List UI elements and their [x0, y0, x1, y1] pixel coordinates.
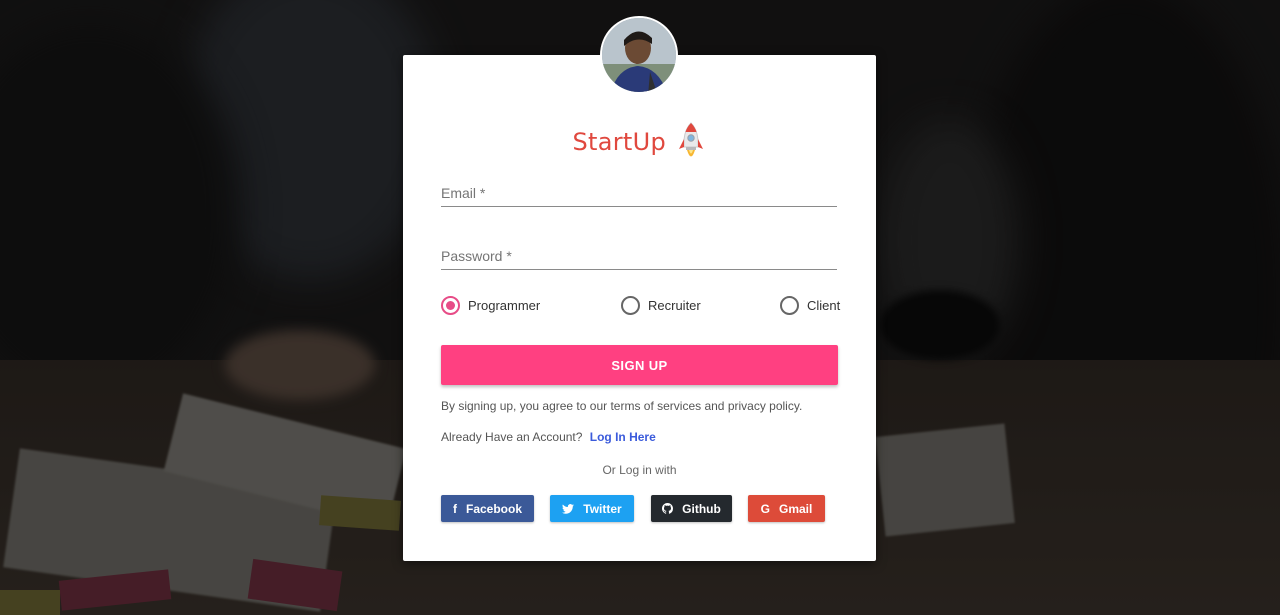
radio-client[interactable]: Client	[780, 296, 840, 315]
signup-button[interactable]: SIGN UP	[441, 345, 838, 385]
password-input[interactable]	[441, 248, 837, 269]
radio-recruiter-label: Recruiter	[648, 298, 701, 313]
twitter-icon	[562, 503, 575, 514]
role-radio-group: Programmer Recruiter Client	[441, 296, 841, 316]
gmail-label: Gmail	[778, 501, 813, 516]
github-label: Github	[682, 501, 721, 516]
avatar	[600, 16, 678, 94]
twitter-button[interactable]: Twitter	[550, 495, 634, 522]
facebook-button[interactable]: f Facebook	[441, 495, 534, 522]
terms-text: By signing up, you agree to our terms of…	[441, 399, 803, 413]
radio-programmer-label: Programmer	[468, 298, 541, 313]
github-icon	[662, 503, 674, 514]
gmail-button[interactable]: G Gmail	[748, 495, 825, 522]
or-login-text: Or Log in with	[602, 463, 677, 477]
radio-recruiter-circle[interactable]	[621, 296, 640, 315]
signup-card: StartUp Email * Password * Programmer Re…	[403, 55, 876, 561]
radio-client-label: Client	[807, 298, 841, 313]
radio-programmer-circle[interactable]	[441, 296, 460, 315]
rocket-icon	[679, 122, 704, 157]
google-icon: G	[760, 501, 770, 516]
email-input[interactable]	[441, 185, 837, 206]
radio-client-circle[interactable]	[780, 296, 799, 315]
radio-recruiter[interactable]: Recruiter	[621, 296, 701, 315]
brand-name: StartUp	[572, 128, 667, 156]
radio-programmer[interactable]: Programmer	[441, 296, 540, 315]
brand-header: StartUp	[403, 121, 876, 163]
twitter-label: Twitter	[583, 501, 622, 516]
facebook-icon: f	[452, 501, 457, 516]
facebook-label: Facebook	[465, 501, 522, 516]
already-account-row: Already Have an Account? Log In Here	[441, 430, 656, 444]
already-account-text: Already Have an Account?	[441, 430, 583, 444]
login-link[interactable]: Log In Here	[590, 430, 656, 444]
email-field[interactable]: Email *	[441, 185, 837, 207]
password-field[interactable]: Password *	[441, 248, 837, 270]
github-button[interactable]: Github	[651, 495, 732, 522]
